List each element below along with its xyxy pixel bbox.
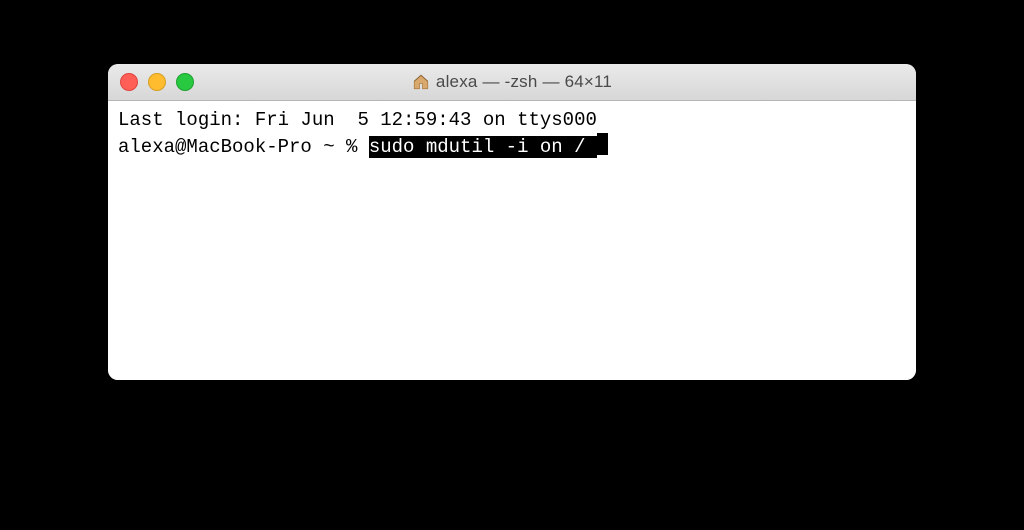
terminal-window: alexa — -zsh — 64×11 Last login: Fri Jun… [108,64,916,380]
terminal-line: Last login: Fri Jun 5 12:59:43 on ttys00… [118,107,906,133]
terminal-body[interactable]: Last login: Fri Jun 5 12:59:43 on ttys00… [108,101,916,380]
selected-command-text[interactable]: sudo mdutil -i on / [369,136,586,158]
close-button[interactable] [120,73,138,91]
window-title-text: alexa — -zsh — 64×11 [436,72,612,92]
home-icon [412,73,430,91]
zoom-button[interactable] [176,73,194,91]
shell-prompt: alexa@MacBook-Pro ~ % [118,136,369,158]
window-titlebar[interactable]: alexa — -zsh — 64×11 [108,64,916,101]
window-title: alexa — -zsh — 64×11 [412,72,612,92]
minimize-button[interactable] [148,73,166,91]
selection-trailing-space [585,136,596,158]
text-cursor [597,133,608,155]
last-login-text: Last login: Fri Jun 5 12:59:43 on ttys00… [118,109,597,131]
terminal-line: alexa@MacBook-Pro ~ % sudo mdutil -i on … [118,133,906,160]
traffic-lights [120,64,194,100]
